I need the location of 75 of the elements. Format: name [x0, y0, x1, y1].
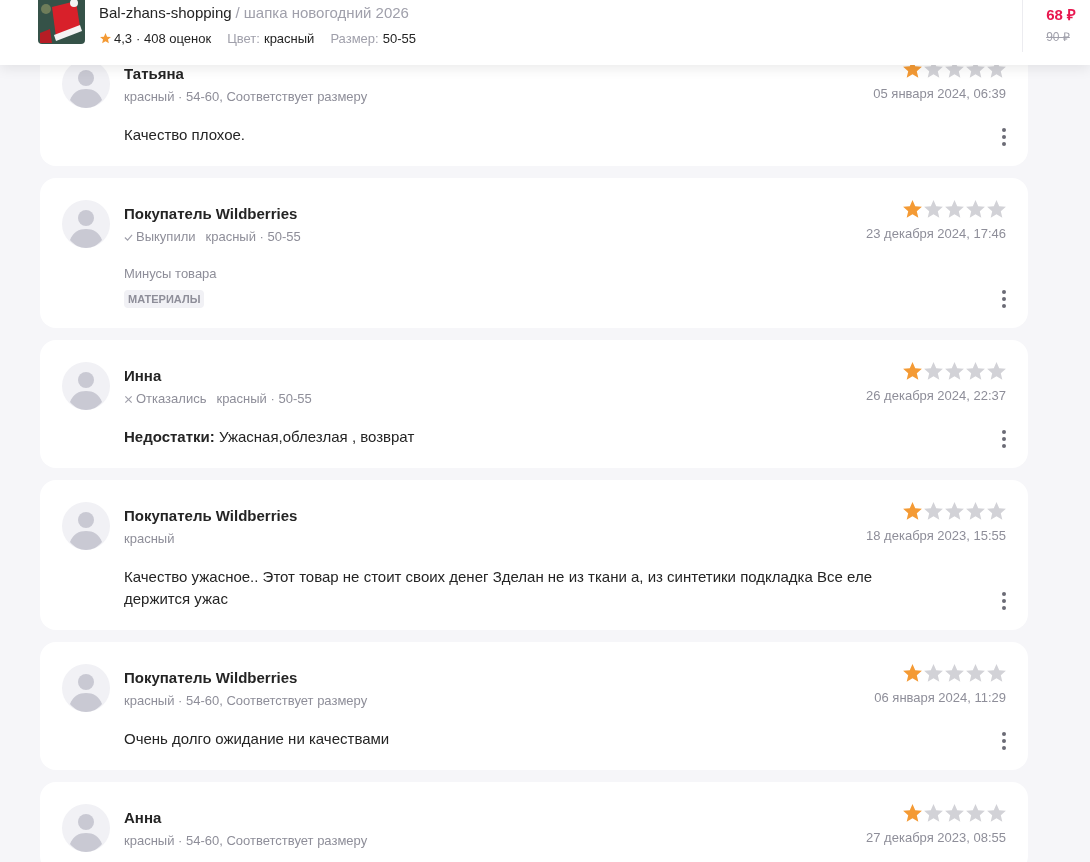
review-date: 05 января 2024, 06:39 — [873, 85, 1006, 103]
cons-label: Минусы товара — [124, 265, 217, 283]
star-icon — [987, 664, 1006, 682]
star-icon — [987, 362, 1006, 380]
shop-name[interactable]: Bal-zhans-shopping — [99, 2, 232, 25]
avatar-icon — [62, 362, 110, 410]
star-icon — [966, 664, 985, 682]
breadcrumb-separator: / — [235, 3, 240, 23]
size-label: Размер: — [330, 29, 379, 48]
review-text: Качество ужасное.. Этот товар не стоит своих денег Зделан не из ткани а, из синтетики подкладка Все еле держится ужас — [124, 567, 873, 609]
reviewer-name: Инна — [124, 366, 163, 386]
review-date: 06 января 2024, 11:29 — [874, 689, 1006, 707]
avatar-icon — [62, 804, 110, 852]
reviewer-name: Покупатель Wildberries — [124, 668, 299, 688]
star-icon — [987, 804, 1006, 822]
star-icon — [903, 664, 922, 682]
review-details: красный · 50-55 — [216, 390, 312, 408]
more-menu-icon[interactable] — [1001, 128, 1007, 146]
product-rating: 4,3 — [114, 29, 133, 48]
color-label: Цвет: — [227, 29, 260, 48]
review-details: красный — [124, 530, 175, 548]
star-icon — [924, 362, 943, 380]
star-icon — [924, 804, 943, 822]
review-date: 18 декабря 2023, 15:55 — [866, 527, 1006, 545]
rating-count: · 408 оценок — [136, 29, 212, 48]
reviewer-name: Покупатель Wildberries — [124, 506, 298, 526]
star-icon — [987, 200, 1006, 218]
star-icon — [945, 362, 964, 380]
star-icon — [966, 502, 985, 520]
more-menu-icon[interactable] — [1001, 290, 1007, 308]
star-icon — [987, 502, 1006, 520]
star-icon — [924, 502, 943, 520]
review-date: 26 декабря 2024, 22:37 — [866, 387, 1006, 405]
star-icon — [966, 200, 985, 218]
star-icon — [903, 200, 922, 218]
more-menu-icon[interactable] — [1001, 592, 1007, 610]
avatar-icon — [62, 200, 110, 248]
reviewer-name: Анна — [124, 808, 163, 828]
cross-icon — [124, 394, 133, 404]
current-price: 68 ₽ — [1046, 5, 1076, 25]
purchase-status: Выкупили — [136, 228, 196, 246]
size-value: 50-55 — [382, 29, 416, 48]
old-price: 90 ₽ — [1046, 28, 1071, 46]
reviewer-name: Покупатель Wildberries — [124, 204, 299, 224]
more-menu-icon[interactable] — [1001, 430, 1007, 448]
color-value: красный — [263, 29, 315, 48]
check-icon — [124, 232, 133, 242]
cons-tag: МАТЕРИАЛЫ — [124, 289, 205, 308]
review-details: красный · 50-55 — [205, 228, 301, 246]
product-title: шапка новогодний 2026 — [243, 3, 409, 23]
review-details: красный · 54-60, Соответствует размеру — [124, 692, 368, 710]
review-text: Недостатки: Ужасная,облезлая , возврат — [124, 427, 415, 447]
star-icon — [945, 200, 964, 218]
avatar-icon — [62, 502, 110, 550]
star-icon — [924, 200, 943, 218]
review-date: 27 декабря 2023, 08:55 — [866, 829, 1006, 847]
star-icon — [903, 362, 922, 380]
more-menu-icon[interactable] — [1001, 732, 1007, 750]
reviewer-name: Татьяна — [124, 64, 185, 84]
review-text: Очень долго ожидание ни качествами — [124, 729, 390, 749]
star-icon — [966, 804, 985, 822]
review-details: красный · 54-60, Соответствует размеру — [124, 88, 368, 106]
star-icon — [903, 804, 922, 822]
star-icon — [99, 31, 112, 45]
star-icon — [945, 502, 964, 520]
review-details: красный · 54-60, Соответствует размеру — [124, 832, 368, 850]
star-icon — [945, 804, 964, 822]
star-icon — [903, 502, 922, 520]
avatar-icon — [62, 664, 110, 712]
star-icon — [924, 664, 943, 682]
purchase-status: Отказались — [136, 390, 207, 408]
review-date: 23 декабря 2024, 17:46 — [866, 225, 1006, 243]
star-icon — [945, 664, 964, 682]
star-icon — [966, 362, 985, 380]
review-text: Качество плохое. — [124, 125, 245, 145]
